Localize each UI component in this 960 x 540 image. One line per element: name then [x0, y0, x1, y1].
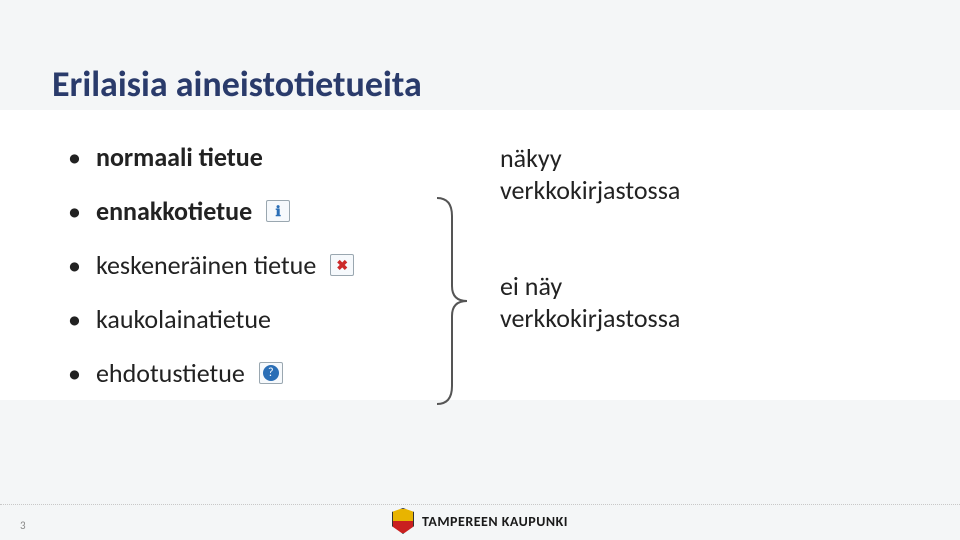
bullet-list: normaali tietue ennakkotietue keskeneräi… [68, 130, 488, 400]
error-icon [330, 254, 354, 276]
list-item: keskeneräinen tietue [68, 238, 488, 292]
label-visible: näkyy verkkokirjastossa [500, 142, 680, 206]
bullet-text: ennakkotietue [96, 195, 252, 227]
list-item: normaali tietue [68, 130, 488, 184]
footer: 3 TAMPEREEN KAUPUNKI [0, 504, 960, 540]
city-logo: TAMPEREEN KAUPUNKI [392, 508, 568, 534]
brace-bracket [432, 196, 472, 406]
bullet-text: keskeneräinen tietue [96, 249, 316, 281]
list-item: ennakkotietue [68, 184, 488, 238]
page-number: 3 [20, 519, 26, 532]
bullet-text: normaali tietue [96, 141, 263, 173]
info-icon [266, 200, 290, 222]
city-name: TAMPEREEN KAUPUNKI [422, 513, 568, 530]
bullet-text: kaukolainatietue [96, 303, 271, 335]
page-title: Erilaisia aineistotietueita [52, 62, 422, 106]
bullet-text: ehdotustietue [96, 357, 245, 389]
shield-icon [392, 508, 414, 534]
list-item: kaukolainatietue [68, 292, 488, 346]
list-item: ehdotustietue [68, 346, 488, 400]
slide: Erilaisia aineistotietueita normaali tie… [0, 0, 960, 540]
label-hidden: ei näy verkkokirjastossa [500, 270, 680, 334]
help-icon [259, 362, 283, 384]
